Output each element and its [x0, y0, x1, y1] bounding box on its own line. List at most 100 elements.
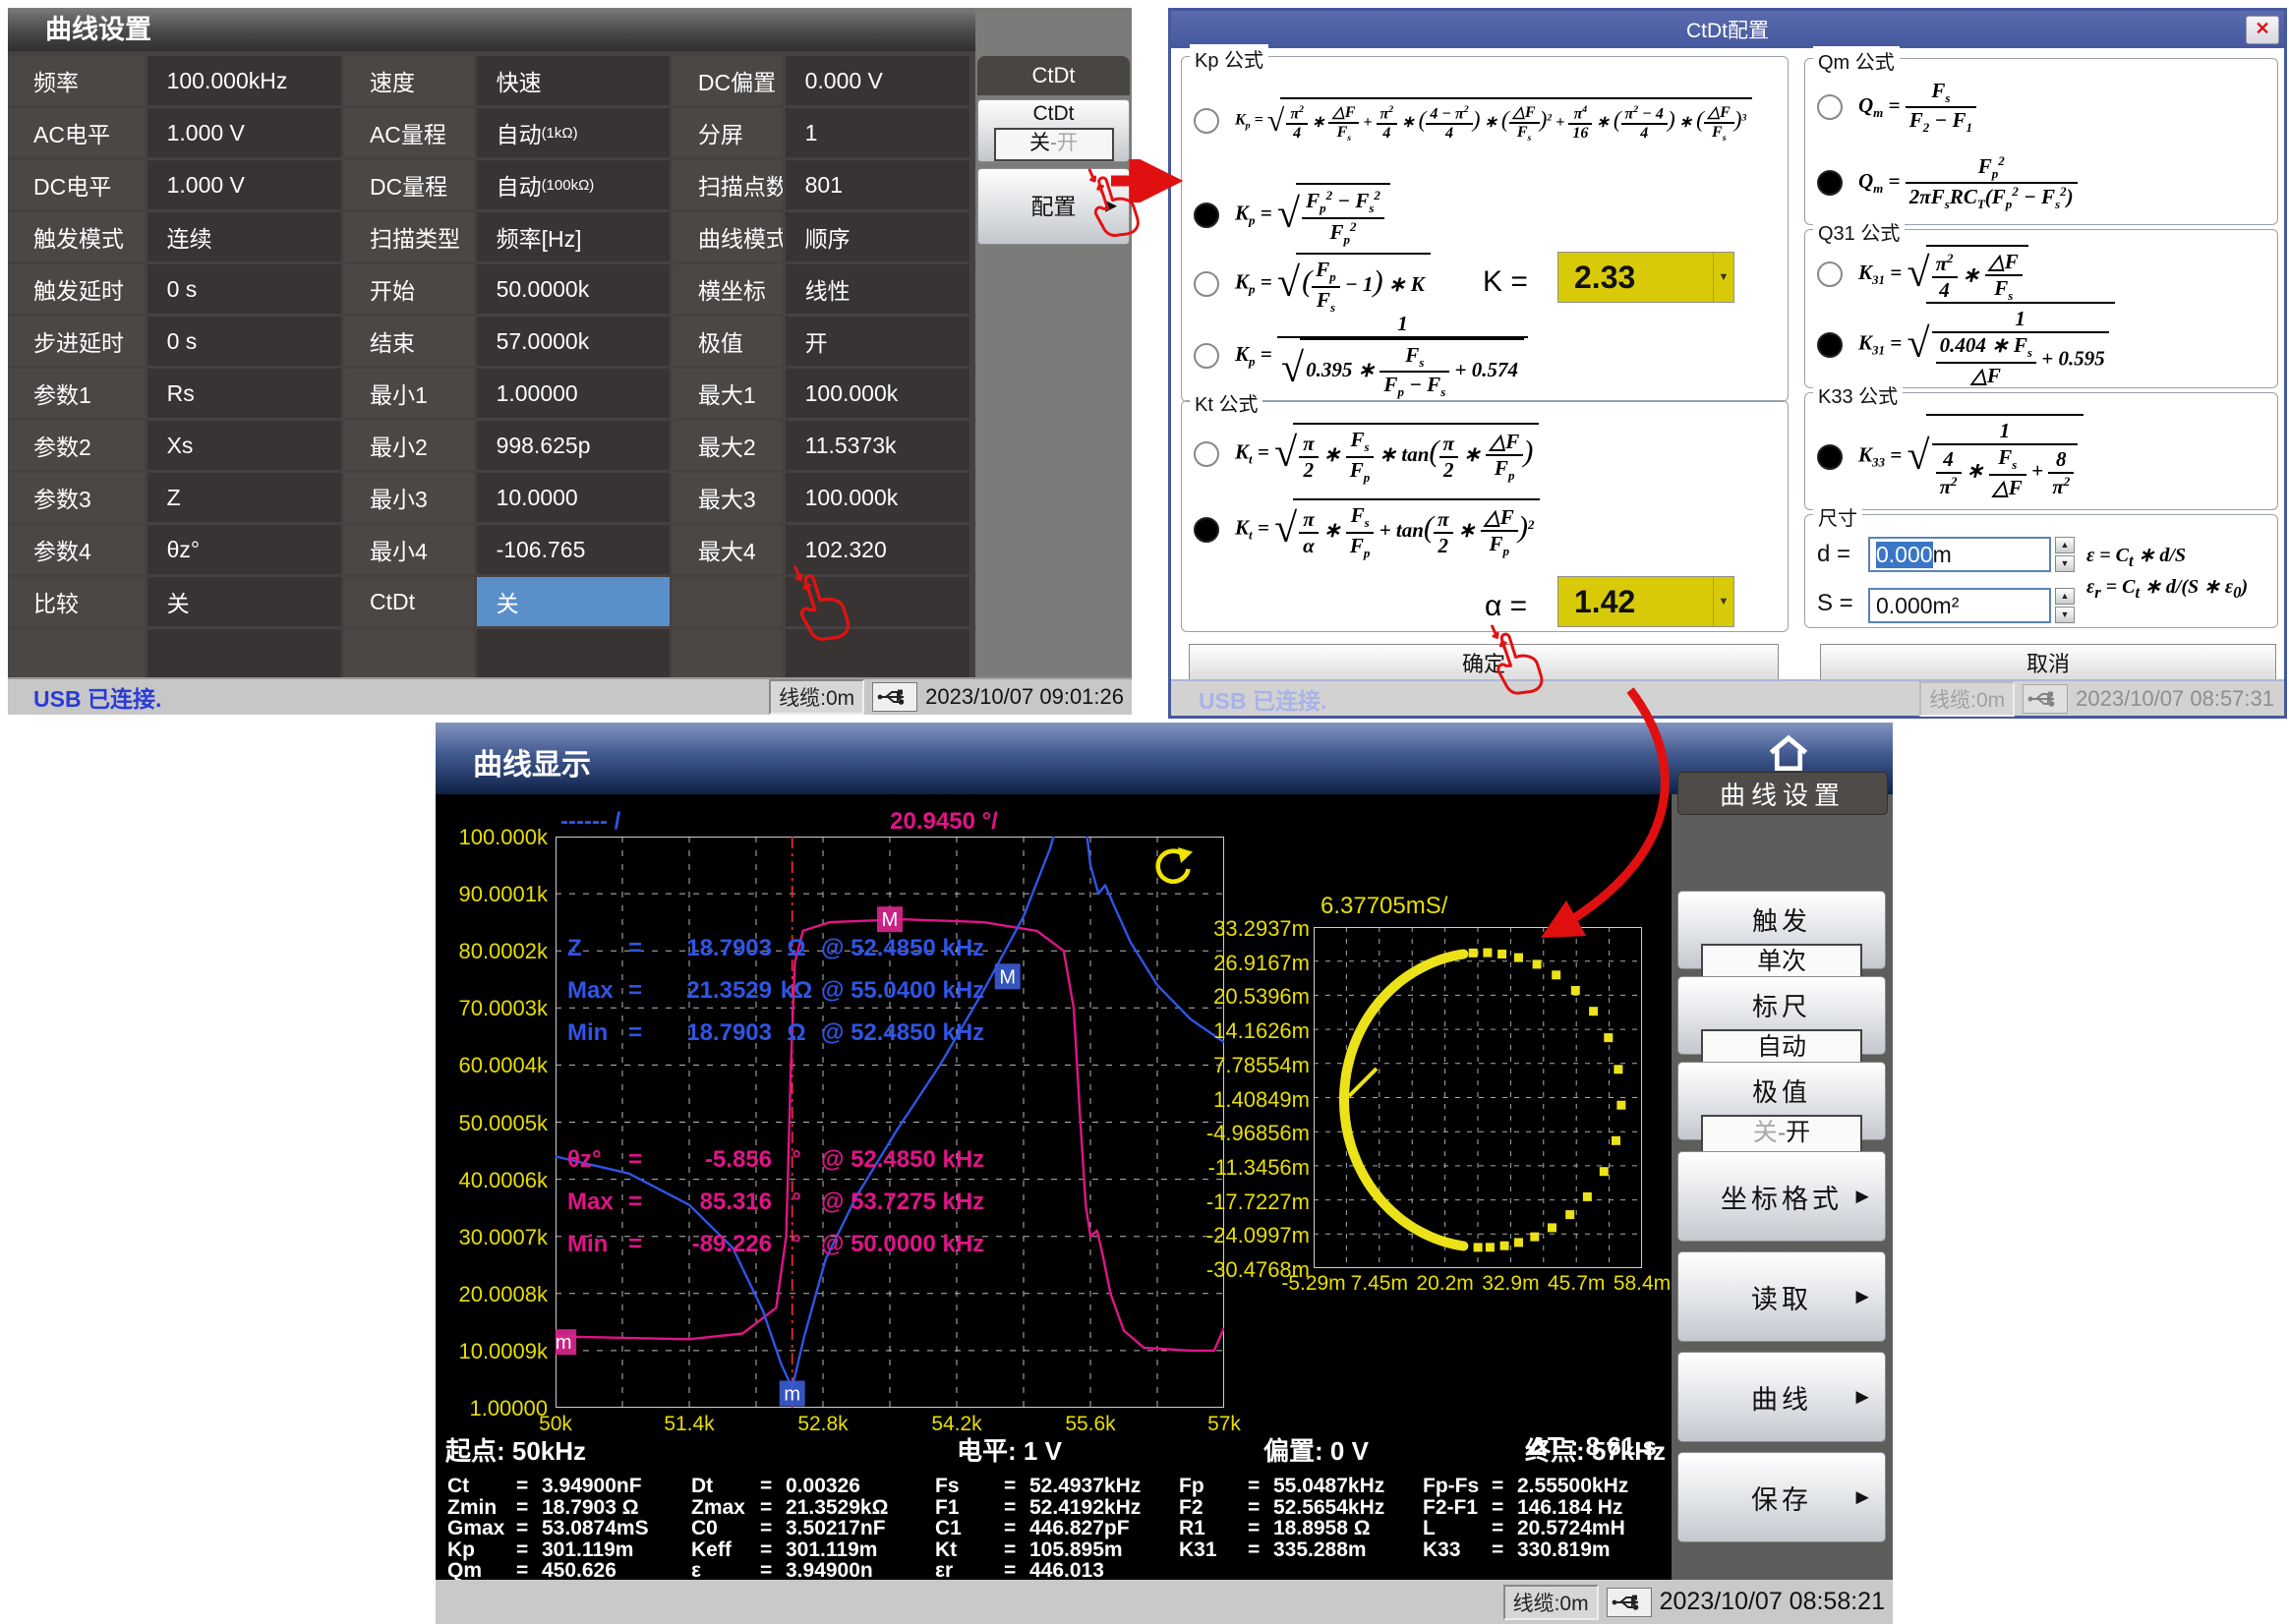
settings-label-cell — [8, 629, 145, 678]
settings-value-cell[interactable]: 1.00000 — [477, 369, 670, 418]
sweep-footer: 起点: 50kHz电平: 1 V偏置: 0 VΔT : 8.61 s终点: 57… — [436, 1431, 1672, 1463]
formula-q31-1: K31 = √π24 ∗ △FFs — [1858, 245, 2028, 304]
settings-value-cell[interactable]: Rs — [147, 369, 341, 418]
settings-value-cell[interactable]: 100.000kHz — [147, 56, 341, 105]
settings-value-cell[interactable]: 57.0000k — [477, 317, 670, 366]
settings-value-cell[interactable]: 自动(100kΩ) — [477, 160, 670, 209]
table-cell: Fp=55.0487kHz — [1179, 1475, 1423, 1496]
table-cell: F2-F1=146.184 Hz — [1423, 1496, 1667, 1518]
radio-kp-option-4[interactable] — [1194, 343, 1219, 369]
ctdt-config-button[interactable]: 配置 ► — [977, 168, 1130, 245]
ok-button[interactable]: 确定 — [1189, 644, 1779, 681]
table-cell: Fs=52.4937kHz — [935, 1475, 1179, 1496]
settings-value-cell[interactable]: 频率[Hz] — [477, 212, 670, 261]
settings-value-cell[interactable]: Xs — [147, 421, 341, 470]
settings-value-cell[interactable]: -106.765 — [477, 525, 670, 574]
refresh-rotate-icon[interactable] — [1150, 846, 1196, 897]
sidebar-button-读取[interactable]: 读取► — [1677, 1251, 1886, 1342]
settings-value-cell[interactable] — [477, 629, 670, 678]
settings-label-cell: 步进延时 — [8, 317, 145, 366]
circle-y-tick: 20.5396m — [1198, 984, 1310, 1010]
table-row: Gmax=53.0874mSC0=3.50217nFC1=446.827pFR1… — [447, 1517, 1667, 1538]
settings-value-cell[interactable]: 0.000 V — [786, 56, 969, 105]
radio-q31-option-1[interactable] — [1817, 261, 1843, 287]
settings-value-cell[interactable]: θz° — [147, 525, 341, 574]
alpha-constant-dropdown[interactable]: 1.42 ▼ — [1557, 576, 1734, 627]
settings-value-cell[interactable]: 关 — [147, 577, 341, 626]
table-cell: Keff=301.119m — [691, 1538, 935, 1560]
settings-value-cell[interactable]: 50.0000k — [477, 264, 670, 314]
settings-value-cell[interactable]: 998.625p — [477, 421, 670, 470]
settings-value-cell[interactable] — [786, 629, 969, 678]
sidebar-button-坐标格式[interactable]: 坐标格式► — [1677, 1151, 1886, 1242]
y-axis-tick: 40.0006k — [436, 1168, 548, 1193]
settings-value-cell[interactable]: 自动(1kΩ) — [477, 108, 670, 157]
settings-value-cell[interactable]: 1.000 V — [147, 108, 341, 157]
sidebar-button-极值[interactable]: 极值关-开 — [1677, 1062, 1886, 1140]
settings-value-cell[interactable]: 11.5373k — [786, 421, 969, 470]
radio-kp-option-3[interactable] — [1194, 271, 1219, 297]
settings-value-cell[interactable]: 1.000 V — [147, 160, 341, 209]
circle-y-tick: 1.40849m — [1198, 1087, 1310, 1113]
circle-y-tick: -11.3456m — [1198, 1155, 1310, 1181]
ctdt-toggle-button[interactable]: CtDt 关-开 — [977, 99, 1130, 162]
close-icon[interactable]: ✕ — [2246, 16, 2279, 44]
settings-value-cell[interactable]: 顺序 — [786, 212, 969, 261]
settings-value-cell[interactable]: 0 s — [147, 264, 341, 314]
settings-value-cell[interactable]: 10.0000 — [477, 473, 670, 522]
sidebar-button-触发[interactable]: 触发单次 — [1677, 891, 1886, 969]
settings-label-cell: DC量程 — [344, 160, 474, 209]
radio-kt-option-1[interactable] — [1194, 441, 1219, 467]
radio-q31-option-2[interactable] — [1817, 332, 1843, 358]
d-input[interactable]: 0.000m — [1868, 537, 2051, 572]
settings-label-cell — [673, 629, 783, 678]
usb-icon — [2023, 684, 2068, 714]
settings-row: 触发模式连续扫描类型频率[Hz]曲线模式顺序 — [8, 212, 972, 261]
radio-kp-option-2[interactable] — [1194, 203, 1219, 228]
settings-value-cell[interactable]: 关 — [477, 577, 670, 626]
s-spinner[interactable]: ▲▼ — [2055, 588, 2075, 623]
sidebar-button-曲线[interactable]: 曲线► — [1677, 1352, 1886, 1442]
settings-value-cell[interactable] — [786, 577, 969, 626]
settings-value-cell[interactable]: Z — [147, 473, 341, 522]
settings-value-cell[interactable]: 102.320 — [786, 525, 969, 574]
settings-label-cell: 横坐标 — [673, 264, 783, 314]
settings-value-cell[interactable]: 1 — [786, 108, 969, 157]
settings-value-cell[interactable]: 开 — [786, 317, 969, 366]
settings-value-cell[interactable]: 100.000k — [786, 473, 969, 522]
table-cell: Kt=105.895m — [935, 1538, 1179, 1560]
k-constant-dropdown[interactable]: 2.33 ▼ — [1557, 252, 1734, 303]
dropdown-arrow-icon: ▼ — [1713, 577, 1733, 626]
dialog-title-bar: CtDt配置 ✕ — [1171, 11, 2284, 48]
s-input[interactable]: 0.000m² — [1868, 588, 2051, 623]
sidebar-item-curve-settings[interactable]: 曲线设置 — [1677, 772, 1888, 815]
d-spinner[interactable]: ▲▼ — [2055, 537, 2075, 572]
settings-value-cell[interactable]: 快速 — [477, 56, 670, 105]
settings-value-cell[interactable]: 801 — [786, 160, 969, 209]
kp-formula-group: Kp 公式 Kp = √π24 ∗ △FFs + π24 ∗ (4 − π24)… — [1181, 56, 1789, 402]
settings-value-cell[interactable]: 0 s — [147, 317, 341, 366]
radio-k33-option-1[interactable] — [1817, 444, 1843, 470]
table-cell: F1=52.4192kHz — [935, 1496, 1179, 1518]
dialog-content: Kp 公式 Kp = √π24 ∗ △FFs + π24 ∗ (4 − π24)… — [1171, 48, 2284, 682]
settings-label-cell: 最小2 — [344, 421, 474, 470]
radio-kt-option-2[interactable] — [1194, 517, 1219, 543]
sidebar-button-保存[interactable]: 保存► — [1677, 1452, 1886, 1542]
sidebar-button-标尺[interactable]: 标尺自动 — [1677, 976, 1886, 1055]
radio-kp-option-1[interactable] — [1194, 108, 1219, 134]
dimension-group: 尺寸 d = 0.000m ▲▼ S = 0.000m² ▲▼ ε = Ct ∗… — [1804, 514, 2278, 628]
cancel-button[interactable]: 取消 — [1820, 644, 2276, 681]
settings-window: 曲线设置 频率100.000kHz速度快速DC偏置0.000 VAC电平1.00… — [8, 8, 1132, 715]
alpha-constant-label: α = — [1485, 590, 1527, 623]
settings-label-cell: 最小4 — [344, 525, 474, 574]
settings-value-cell[interactable]: 线性 — [786, 264, 969, 314]
radio-qm-option-2[interactable] — [1817, 170, 1843, 196]
settings-value-cell[interactable]: 100.000k — [786, 369, 969, 418]
settings-value-cell[interactable]: 连续 — [147, 212, 341, 261]
q31-legend: Q31 公式 — [1813, 217, 1905, 246]
table-cell: C0=3.50217nF — [691, 1517, 935, 1538]
kt-legend: Kt 公式 — [1190, 388, 1262, 417]
usb-icon — [872, 682, 917, 712]
settings-value-cell[interactable] — [147, 629, 341, 678]
radio-qm-option-1[interactable] — [1817, 94, 1843, 120]
